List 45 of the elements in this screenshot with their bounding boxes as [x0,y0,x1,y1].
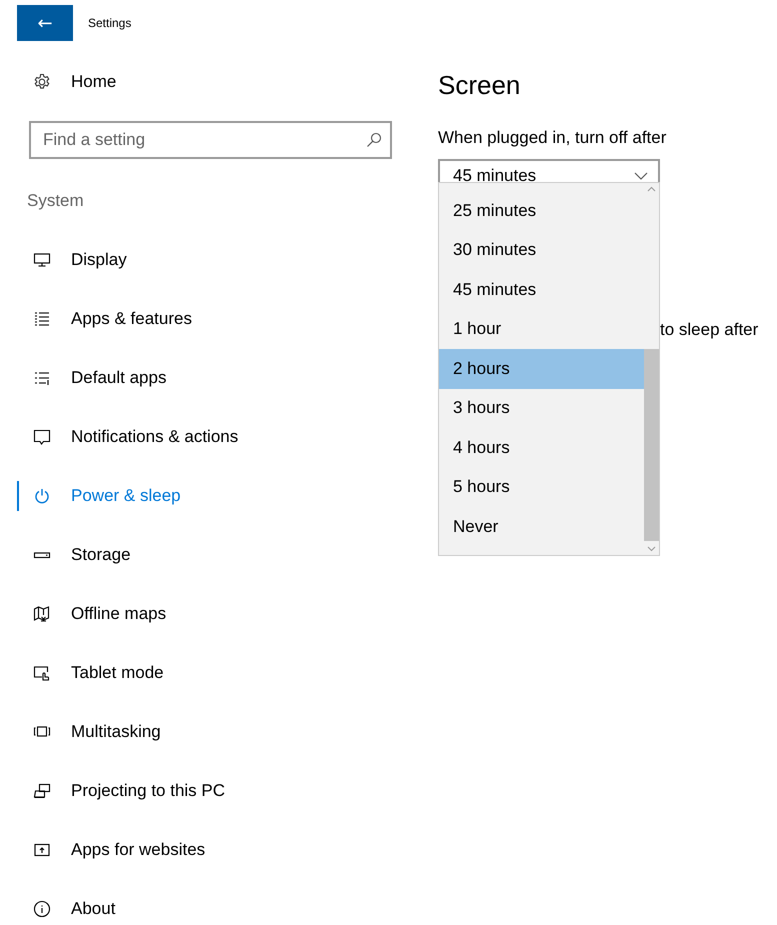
projector-icon [33,782,51,800]
scroll-down-icon[interactable] [647,546,656,552]
display-icon [33,251,51,269]
selection-indicator [17,481,19,511]
nav-item[interactable]: Tablet mode [0,663,164,683]
dropdown-option[interactable]: 2 hours [439,349,644,388]
nav-item[interactable]: Offline maps [0,604,166,624]
nav-item[interactable]: Storage [0,545,131,565]
nav-item[interactable]: Projecting to this PC [0,781,226,801]
window-title: Settings [88,16,132,30]
nav-item[interactable]: Display [0,250,127,270]
chevron-icon [634,172,648,180]
dropdown-option[interactable]: 3 hours [439,388,644,428]
dropdown-option[interactable]: 1 hour [439,310,644,349]
search-icon [366,132,382,148]
message-icon [33,428,51,446]
dropdown-option[interactable]: Never [439,507,644,546]
setting-label: to sleep after [660,320,758,340]
home-link[interactable]: Home [33,62,116,102]
nav-item[interactable]: Default apps [0,368,166,388]
window-icon [33,841,51,859]
list-icon [33,310,51,328]
dropdown-option[interactable]: 25 minutes [439,191,644,230]
scroll-up-icon[interactable] [647,186,656,192]
nav-item[interactable]: Apps for websites [0,840,206,860]
scrollbar-thumb[interactable] [644,349,659,541]
info-icon [33,900,51,918]
nav-item[interactable]: Power & sleep [0,486,181,506]
nav-item[interactable]: Notifications & actions [0,427,238,447]
nav-item[interactable]: Apps & features [0,309,192,329]
power-icon [33,487,51,505]
dropdown-option[interactable]: 45 minutes [439,270,644,310]
nav-item[interactable]: Multitasking [0,722,161,742]
map-icon [33,605,51,623]
gear-icon [33,73,51,91]
tablet-icon [33,664,51,682]
nav-item[interactable]: About [0,899,116,919]
section-title: Screen [438,69,520,101]
back-button[interactable]: ← [17,5,73,41]
dropdown-option[interactable]: 30 minutes [439,230,644,270]
search-field[interactable]: Find a setting [29,121,392,159]
dropdown-option[interactable]: 5 hours [439,468,644,507]
dropdown-option[interactable]: 4 hours [439,428,644,468]
section-heading: System [27,190,84,212]
setting-label: When plugged in, turn off after [438,128,666,148]
